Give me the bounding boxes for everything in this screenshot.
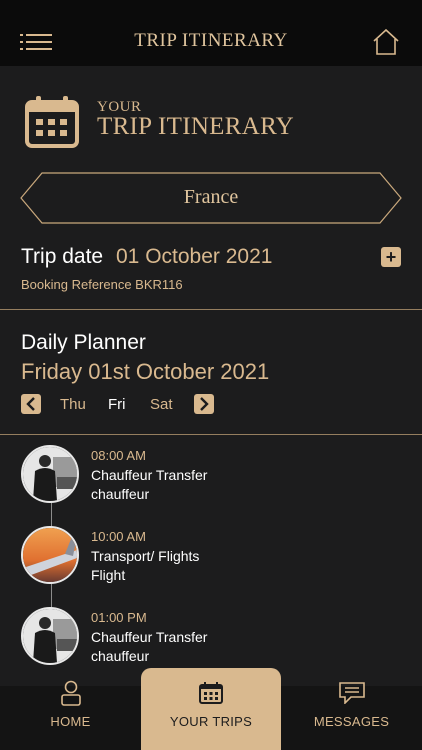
- nav-your-trips[interactable]: YOUR TRIPS: [141, 668, 281, 750]
- day-fri[interactable]: Fri: [108, 396, 126, 413]
- nav-home-label: HOME: [50, 714, 91, 729]
- nav-your-trips-label: YOUR TRIPS: [169, 714, 253, 729]
- booking-reference: Booking Reference BKR116: [21, 277, 183, 292]
- trip-date-label: Trip date: [21, 245, 104, 268]
- chevron-left-icon: [26, 397, 35, 411]
- message-icon: [338, 682, 365, 704]
- chauffeur-avatar[interactable]: [21, 445, 79, 503]
- chauffeur-avatar[interactable]: [21, 607, 79, 665]
- country-selector[interactable]: France: [20, 172, 402, 224]
- calendar-icon: [199, 682, 223, 704]
- nav-home[interactable]: HOME: [0, 680, 141, 750]
- previous-day-button[interactable]: [21, 394, 41, 414]
- event-subtitle: chauffeur: [91, 648, 150, 664]
- event-subtitle: chauffeur: [91, 486, 150, 502]
- chevron-right-icon: [200, 397, 209, 411]
- trip-date-value: 01 October 2021: [116, 245, 273, 268]
- divider: [0, 309, 422, 310]
- nav-messages[interactable]: MESSAGES: [281, 682, 422, 750]
- calendar-icon: [25, 96, 79, 148]
- bottom-navigation: HOME YOUR TRIPS MESSAGES: [0, 668, 422, 750]
- event-title[interactable]: Chauffeur Transfer: [91, 629, 207, 645]
- flight-avatar[interactable]: [21, 526, 79, 584]
- day-thu[interactable]: Thu: [60, 396, 86, 413]
- event-time: 08:00 AM: [91, 448, 146, 463]
- nav-messages-label: MESSAGES: [313, 714, 390, 729]
- event-title[interactable]: Chauffeur Transfer: [91, 467, 207, 483]
- hero-title: TRIP ITINERARY: [97, 113, 295, 140]
- top-bar: TRIP ITINERARY: [0, 0, 422, 66]
- next-day-button[interactable]: [194, 394, 214, 414]
- daily-planner-title: Daily Planner: [21, 331, 146, 354]
- event-time: 01:00 PM: [91, 610, 147, 625]
- add-button[interactable]: +: [381, 247, 401, 267]
- page-title: TRIP ITINERARY: [134, 30, 288, 51]
- home-icon[interactable]: [372, 28, 400, 56]
- user-icon: [60, 680, 81, 706]
- day-sat[interactable]: Sat: [150, 396, 173, 413]
- event-time: 10:00 AM: [91, 529, 146, 544]
- divider: [0, 434, 422, 435]
- event-subtitle: Flight: [91, 567, 126, 583]
- country-label: France: [183, 186, 239, 208]
- event-title[interactable]: Transport/ Flights: [91, 548, 199, 564]
- planner-date: Friday 01st October 2021: [21, 359, 270, 384]
